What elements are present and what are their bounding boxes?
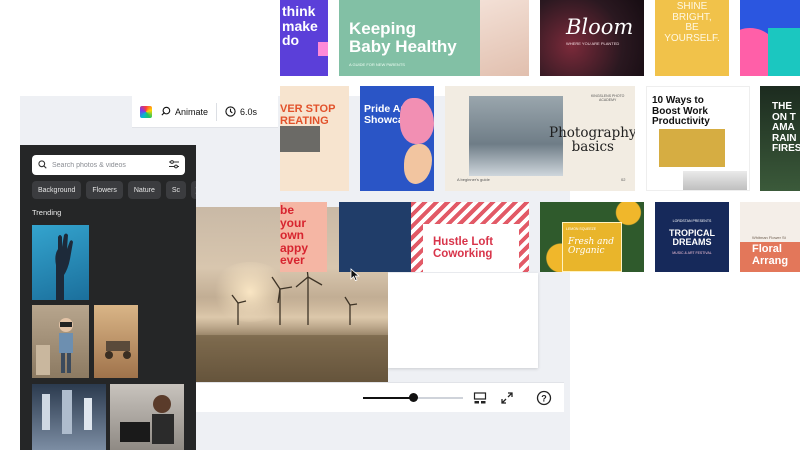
template-photography-basics[interactable]: Photography basics KINGSLENS PHOTO ACADE… [445,86,635,191]
template-pride-blob [400,98,434,144]
template-never-stop-creating[interactable]: VER STOP REATING [280,86,349,191]
template-tropical-top: LORDSTAN PRESENTS [672,219,712,223]
photo-thumb-rover[interactable] [94,305,138,378]
template-boost-title: 10 Ways to Boost Work Productivity [652,95,710,127]
template-think-make-do[interactable]: think make do [280,0,328,76]
template-hustle-loft[interactable]: Hustle Loft Coworking [339,202,529,272]
template-photography-number: 02 [621,177,626,182]
template-never-stop-photo [280,126,320,152]
photo-thumb-lab[interactable] [32,384,106,450]
duration-button[interactable]: 6.0s [225,106,257,117]
template-boost-productivity[interactable]: 10 Ways to Boost Work Productivity [646,86,750,191]
laptop-woman-illustration [120,395,174,444]
template-tropical-sub: MUSIC & ART FESTIVAL [672,251,712,255]
template-photography-academy: KINGSLENS PHOTO ACADEMY [591,94,625,102]
editor-toolbar: Animate 6.0s [132,96,278,128]
design-canvas[interactable] [388,273,538,368]
template-bloom-title: Bloom [566,15,634,39]
template-keeping-photo [480,0,529,76]
vr-child-illustration [36,318,73,375]
template-geometric-block [768,28,800,76]
template-floral-title: Floral Arrang [752,243,789,267]
lab-equipment-illustration [42,390,92,434]
template-floral-arrangement[interactable]: Whitman Flower St Floral Arrang [740,202,800,272]
duration-label: 6.0s [240,106,258,117]
color-picker-icon[interactable] [140,105,152,118]
template-pride-blob-2 [404,144,432,184]
template-hustle-title: Hustle Loft Coworking [433,236,494,261]
template-bloom[interactable]: Bloom WHERE YOU ARE PLANTED [540,0,644,76]
template-shine-bright[interactable]: SHINE BRIGHT, BE YOURSELF. [655,0,729,76]
chip-background[interactable]: Background [32,181,82,199]
template-keeping-subtitle: A GUIDE FOR NEW PARENTS [349,62,405,67]
animate-icon [160,106,171,117]
template-photography-title: Photography basics [549,125,635,156]
template-fresh-title: Fresh and Organic [568,237,615,257]
template-never-stop-text: VER STOP REATING [280,103,336,127]
zoom-slider[interactable] [363,393,463,402]
template-geometric[interactable] [740,0,800,76]
template-floral-top: Whitman Flower St [752,235,786,240]
template-fresh-organic[interactable]: LEMON SQUEEZE Fresh and Organic [540,202,644,272]
editor-bottom-bar: ? [196,382,564,412]
animate-button[interactable]: Animate [160,106,208,117]
template-boost-block [659,129,725,167]
toolbar-divider [216,102,218,121]
template-fresh-top: LEMON SQUEEZE [566,227,597,231]
chip-nature[interactable]: Nature [127,181,161,199]
help-icon[interactable]: ? [536,390,552,406]
photo-thumb-laptop-woman[interactable] [110,384,184,450]
template-be-your-own-happy[interactable]: be your own appy ever [280,202,327,272]
chevron-right-icon[interactable] [191,181,196,199]
screenshot-stage: Animate 6.0s ? Search photos & videos Ba… [0,0,800,450]
template-pride-art-showcase[interactable]: Pride Art Showcase [360,86,434,191]
zoom-slider-handle[interactable] [409,393,418,402]
grid-view-icon[interactable] [473,391,487,405]
template-think-text: think make do [282,3,318,49]
mouse-cursor-icon [350,268,360,287]
template-photography-guide: A beginner's guide [457,177,490,182]
template-think-accent [318,42,328,56]
clock-icon [225,106,236,117]
template-be-your-text: be your own appy ever [280,203,309,268]
photos-sidebar: Background Flowers Nature Sc Trending [20,145,196,450]
template-rain-text: THE ON T AMA RAIN FIRES [772,101,800,154]
animate-label: Animate [175,106,209,117]
template-rain-forest[interactable]: THE ON T AMA RAIN FIRES [760,86,800,191]
category-chips: Background Flowers Nature Sc [32,181,196,199]
search-box[interactable] [32,155,185,175]
template-shine-text: SHINE BRIGHT, BE YOURSELF. [664,1,720,44]
filter-icon[interactable] [169,156,179,174]
template-tropical-title: TROPICAL DREAMS [669,228,715,248]
template-keeping-baby-healthy[interactable]: Keeping Baby Healthy A GUIDE FOR NEW PAR… [339,0,529,76]
template-keeping-title: Keeping Baby Healthy [349,19,457,56]
template-bloom-subtitle: WHERE YOU ARE PLANTED [566,41,620,46]
template-boost-desk [683,171,747,190]
search-input[interactable] [52,161,164,169]
fullscreen-icon[interactable] [500,391,514,405]
svg-text:?: ? [541,394,547,404]
template-tropical-dreams[interactable]: LORDSTAN PRESENTS TROPICAL DREAMS MUSIC … [655,202,729,272]
photo-thumb-vr-child[interactable] [32,305,89,378]
photo-thumb-robot-hand[interactable] [32,225,89,300]
chip-flowers[interactable]: Flowers [86,181,123,199]
robot-hand-illustration [55,233,73,300]
rover-illustration [105,341,131,359]
trending-heading: Trending [32,208,62,217]
chip-sc[interactable]: Sc [165,181,187,199]
search-icon [38,156,47,174]
zoom-slider-fill [363,397,413,399]
